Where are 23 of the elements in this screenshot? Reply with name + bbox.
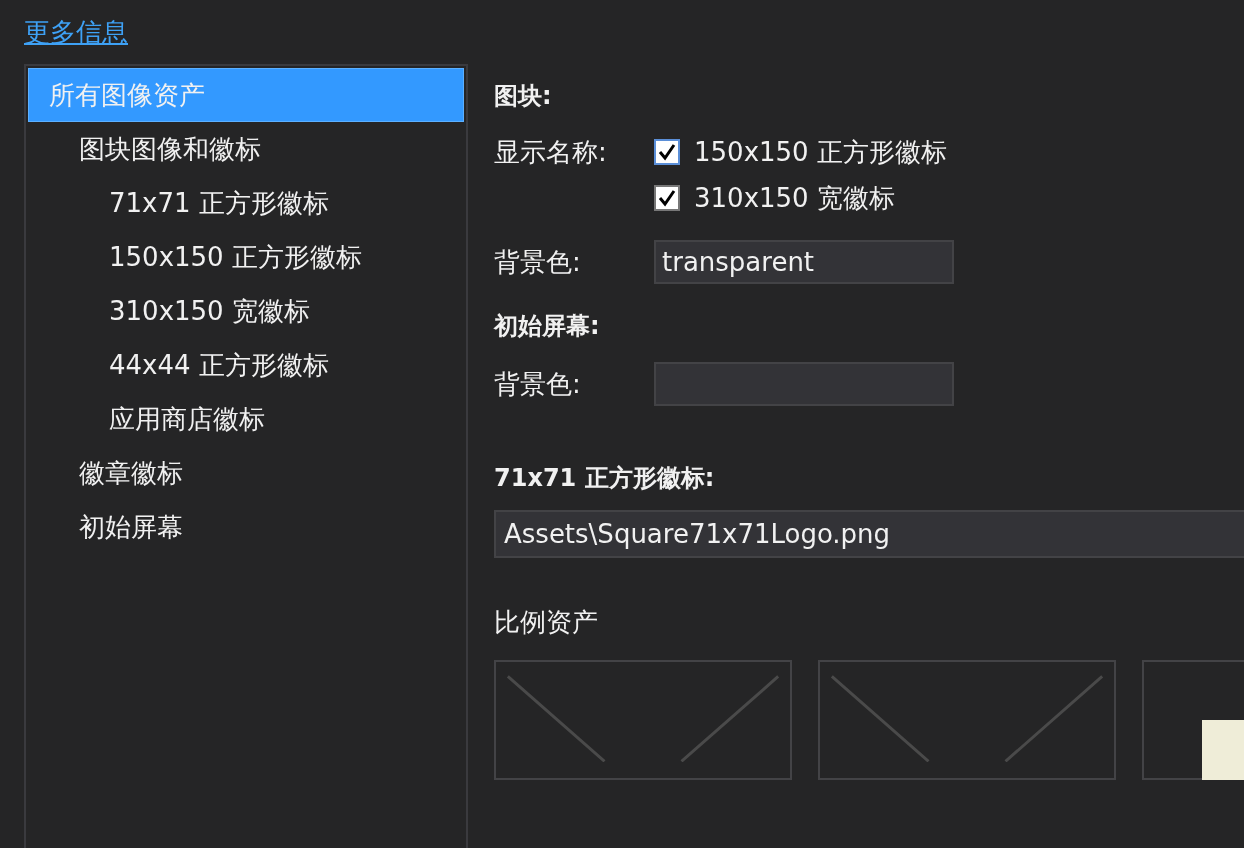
checkbox[interactable]: [654, 139, 680, 165]
checkbox[interactable]: [654, 185, 680, 211]
tree-item[interactable]: 71x71 正方形徽标: [28, 176, 464, 230]
tree-item[interactable]: 150x150 正方形徽标: [28, 230, 464, 284]
field-label: 背景色:: [494, 246, 582, 279]
background-color-field[interactable]: [654, 362, 954, 406]
tree-item[interactable]: 初始屏幕: [28, 500, 464, 554]
section-heading: 图块:: [494, 81, 553, 112]
tree-item[interactable]: 应用商店徽标: [28, 392, 464, 446]
checkbox-label: 310x150 宽徽标: [694, 181, 895, 215]
tree-item[interactable]: 44x44 正方形徽标: [28, 338, 464, 392]
more-info-link[interactable]: 更多信息: [24, 14, 128, 50]
background-color-field[interactable]: transparent: [654, 240, 954, 284]
section-label: 比例资产: [494, 606, 599, 639]
field-label: 显示名称:: [494, 136, 608, 169]
tree-item[interactable]: 310x150 宽徽标: [28, 284, 464, 338]
tree-item[interactable]: 图块图像和徽标: [28, 122, 464, 176]
section-heading: 初始屏幕:: [494, 311, 601, 342]
file-path-field[interactable]: Assets\Square71x71Logo.png: [494, 510, 1244, 558]
field-label: 背景色:: [494, 368, 582, 401]
section-heading: 71x71 正方形徽标:: [494, 463, 716, 494]
checkbox-label: 150x150 正方形徽标: [694, 135, 947, 169]
tree-item[interactable]: 徽章徽标: [28, 446, 464, 500]
